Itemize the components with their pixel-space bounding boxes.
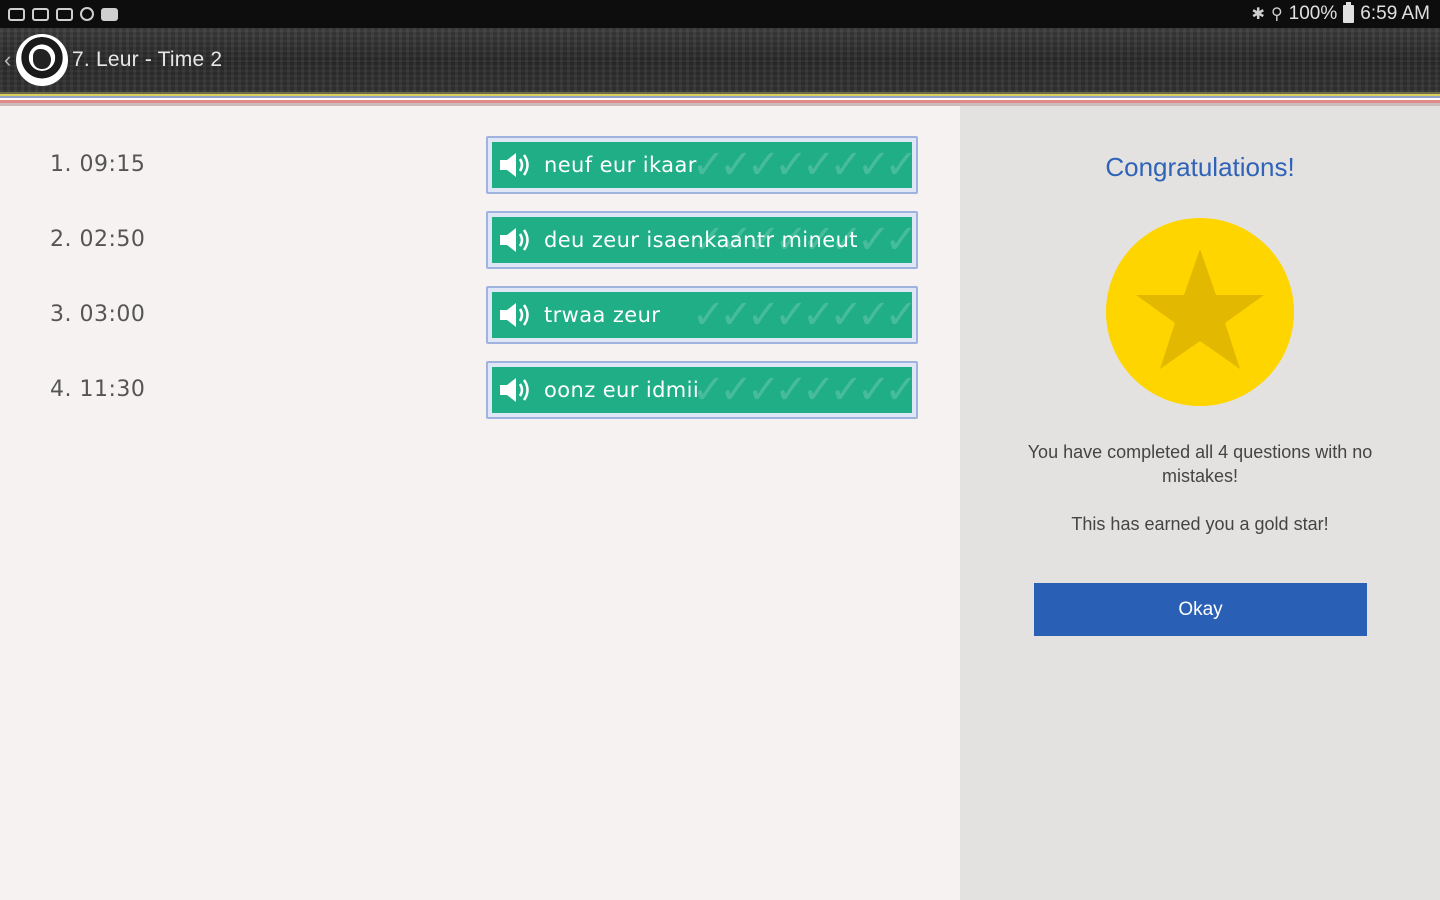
- gold-star-icon: [1106, 218, 1294, 406]
- speaker-icon: [500, 303, 529, 327]
- question-row: 2. 02:50 ✓✓✓✓✓✓✓✓ deu zeur isaenkaantr m…: [0, 211, 960, 271]
- question-number: 1. 09:15: [50, 152, 146, 177]
- answer-audio-button[interactable]: ✓✓✓✓✓✓✓✓ oonz eur idmii: [486, 361, 918, 419]
- result-panel: Congratulations! You have completed all …: [960, 106, 1440, 900]
- status-bar: ✱ ⚲ 100% 6:59 AM: [0, 0, 1440, 28]
- congrats-heading: Congratulations!: [1105, 152, 1295, 182]
- answer-button-face[interactable]: ✓✓✓✓✓✓✓✓ neuf eur ikaar: [492, 142, 912, 188]
- gallery-icon: [56, 7, 73, 21]
- page-title: 7. Leur - Time 2: [72, 48, 223, 71]
- video-icon: [101, 7, 118, 21]
- answer-audio-button[interactable]: ✓✓✓✓✓✓✓✓ trwaa zeur: [486, 286, 918, 344]
- question-number: 2. 02:50: [50, 227, 146, 252]
- battery-icon: [1343, 2, 1355, 23]
- question-row: 4. 11:30 ✓✓✓✓✓✓✓✓ oonz eur idmii: [0, 361, 960, 421]
- notification-icons: [8, 7, 118, 21]
- bluetooth-icon: ✱: [1251, 6, 1265, 23]
- answer-audio-button[interactable]: ✓✓✓✓✓✓✓✓ neuf eur ikaar: [486, 136, 918, 194]
- gamepad-icon: [8, 7, 25, 21]
- browser-icon: [80, 7, 94, 21]
- question-row: 1. 09:15 ✓✓✓✓✓✓✓✓ neuf eur ikaar: [0, 136, 960, 196]
- speaker-icon: [500, 153, 529, 177]
- question-number: 3. 03:00: [50, 302, 146, 327]
- battery-percent: 100%: [1288, 3, 1338, 24]
- answer-text: oonz eur idmii: [544, 378, 700, 402]
- image-icon: [32, 7, 49, 21]
- answer-button-face[interactable]: ✓✓✓✓✓✓✓✓ trwaa zeur: [492, 292, 912, 338]
- clock: 6:59 AM: [1360, 3, 1430, 24]
- completion-message: You have completed all 4 questions with …: [1027, 442, 1373, 486]
- okay-button[interactable]: Okay: [1034, 583, 1367, 636]
- speaker-icon: [500, 378, 529, 402]
- answer-button-face[interactable]: ✓✓✓✓✓✓✓✓ oonz eur idmii: [492, 367, 912, 413]
- question-row: 3. 03:00 ✓✓✓✓✓✓✓✓ trwaa zeur: [0, 286, 960, 346]
- reward-message: This has earned you a gold star!: [1071, 514, 1329, 534]
- system-status: ✱ ⚲ 100% 6:59 AM: [1251, 2, 1430, 25]
- app-bar: ‹ 7. Leur - Time 2: [0, 28, 1440, 92]
- question-number: 4. 11:30: [50, 377, 146, 402]
- questions-pane: 1. 09:15 ✓✓✓✓✓✓✓✓ neuf eur ikaar 2. 02:5…: [0, 106, 960, 900]
- tick-pattern: ✓✓✓✓✓✓✓✓: [691, 292, 912, 338]
- answer-text: trwaa zeur: [544, 303, 661, 327]
- speaker-icon: [500, 228, 529, 252]
- answer-text: deu zeur isaenkaantr mineut: [544, 228, 858, 252]
- answer-audio-button[interactable]: ✓✓✓✓✓✓✓✓ deu zeur isaenkaantr mineut: [486, 211, 918, 269]
- app-logo-icon[interactable]: [16, 34, 68, 86]
- header-divider: [0, 92, 1440, 106]
- answer-text: neuf eur ikaar: [544, 153, 697, 177]
- wifi-icon: ⚲: [1270, 6, 1283, 23]
- answer-button-face[interactable]: ✓✓✓✓✓✓✓✓ deu zeur isaenkaantr mineut: [492, 217, 912, 263]
